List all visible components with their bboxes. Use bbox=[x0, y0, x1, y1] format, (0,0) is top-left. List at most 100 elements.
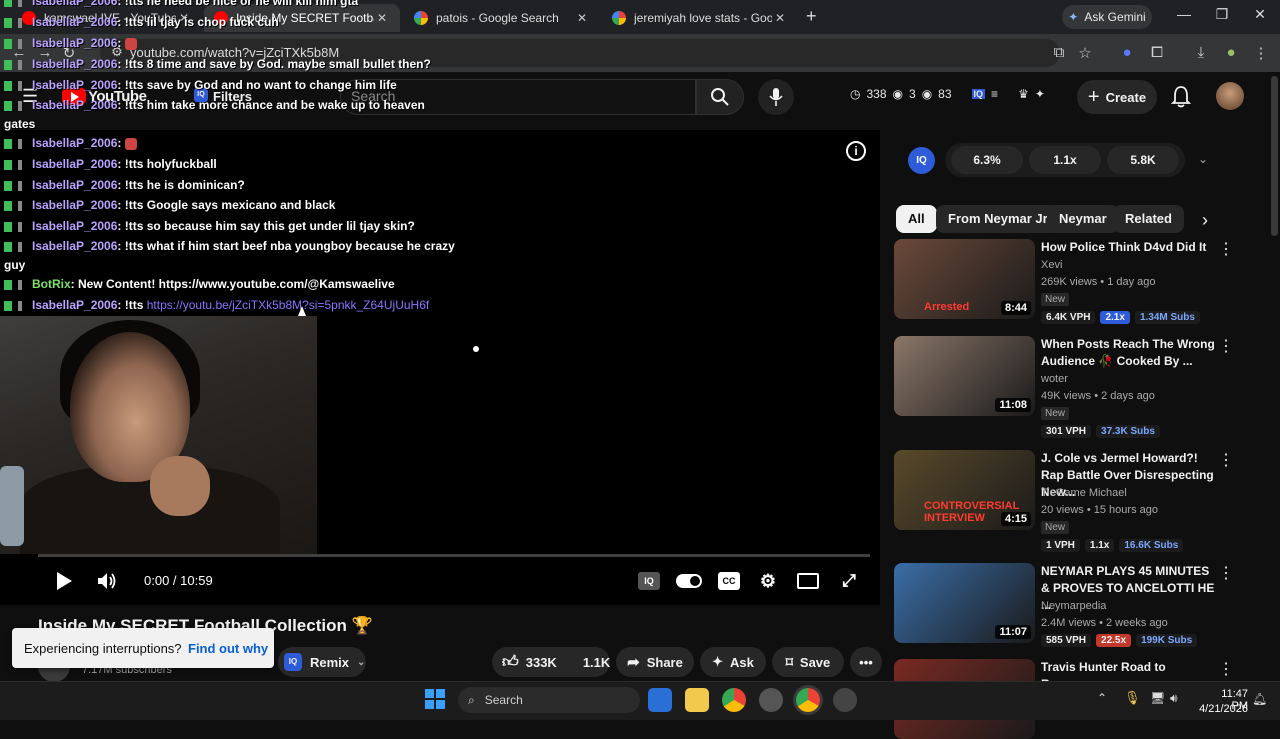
chip-related[interactable]: Related bbox=[1113, 205, 1184, 233]
remix-button[interactable]: IQ Remix ⌄ bbox=[278, 647, 366, 677]
more-actions-button[interactable]: ••• bbox=[850, 647, 882, 677]
chip-neymar[interactable]: Neymar bbox=[1047, 205, 1119, 233]
play-button[interactable] bbox=[54, 570, 74, 592]
ask-gemini-button[interactable]: ✦ Ask Gemini bbox=[1062, 5, 1152, 29]
recommendation-card[interactable]: 11:07 NEYMAR PLAYS 45 MINUTES & PROVES TO… bbox=[894, 563, 1234, 653]
chat-message: IsabellaP_2006: bbox=[4, 36, 137, 50]
video-duration: 11:08 bbox=[995, 398, 1031, 412]
video-thumbnail[interactable]: CONTROVERSIAL INTERVIEW 4:15 bbox=[894, 450, 1035, 530]
video-thumbnail[interactable]: Arrested 8:44 bbox=[894, 239, 1035, 319]
bookmark-star-icon[interactable]: ☆ bbox=[1074, 44, 1096, 62]
download-icon[interactable]: ⤓ bbox=[1190, 44, 1212, 61]
captions-icon[interactable]: CC bbox=[718, 572, 740, 590]
create-button[interactable]: + Create bbox=[1077, 80, 1157, 114]
iq-expand-chevron-icon[interactable]: ⌄ bbox=[1198, 152, 1208, 166]
more-vertical-icon[interactable]: ⋮ bbox=[1218, 563, 1234, 583]
eye-icon: ◉ bbox=[892, 87, 903, 101]
volume-button[interactable] bbox=[96, 570, 118, 592]
minimize-icon[interactable]: — bbox=[1174, 6, 1194, 22]
tray-chevron-icon[interactable]: ⌃ bbox=[1097, 691, 1107, 705]
view-meta: 49K views • 2 days ago bbox=[1041, 390, 1155, 402]
miniplayer-icon[interactable] bbox=[797, 573, 819, 589]
extension-icon[interactable]: ● bbox=[1116, 44, 1138, 61]
scrollbar[interactable] bbox=[1271, 76, 1278, 236]
more-vertical-icon[interactable]: ⋮ bbox=[1218, 659, 1234, 679]
channel-name[interactable]: TieGame Michael bbox=[1041, 487, 1127, 499]
vph-badge: 301 VPH bbox=[1041, 425, 1092, 438]
mouse-cursor-icon bbox=[298, 306, 306, 316]
windows-start-icon[interactable] bbox=[425, 689, 445, 709]
restore-icon[interactable]: ❐ bbox=[1212, 6, 1232, 23]
chat-badge-icon bbox=[18, 38, 22, 49]
chat-link[interactable]: https://youtu.be/jZciTXk5b8M?si=5pnkk_Z6… bbox=[147, 298, 429, 312]
notification-center-icon[interactable]: 🔔︎ bbox=[1252, 692, 1267, 706]
chip-all[interactable]: All bbox=[896, 205, 937, 233]
new-tab-icon[interactable]: + bbox=[806, 6, 817, 27]
like-count[interactable]: 333K bbox=[526, 655, 557, 670]
vph-badge: 585 VPH bbox=[1041, 634, 1092, 647]
taskbar-search[interactable]: ⌕ Search bbox=[458, 687, 640, 713]
chrome-app-icon[interactable] bbox=[722, 688, 746, 712]
more-vertical-icon[interactable]: ⋮ bbox=[1218, 336, 1234, 356]
recording-app-icon[interactable] bbox=[759, 688, 783, 712]
microphone-tray-icon[interactable]: 🎙︎ bbox=[1124, 690, 1141, 706]
channel-name[interactable]: Xevi bbox=[1041, 259, 1062, 271]
close-window-icon[interactable]: ✕ bbox=[1250, 6, 1270, 23]
close-icon[interactable]: ✕ bbox=[574, 11, 590, 25]
dislike-count[interactable]: 1.1K bbox=[583, 655, 610, 670]
media-player-icon[interactable] bbox=[833, 688, 857, 712]
iq-player-icon[interactable]: IQ bbox=[638, 572, 660, 590]
recommendation-card[interactable]: CONTROVERSIAL INTERVIEW 4:15 J. Cole vs Je… bbox=[894, 450, 1234, 552]
recommendation-card[interactable]: Travis Hunter Road to Recovery:⋮ bbox=[894, 659, 1234, 739]
tab-patois[interactable]: patois - Google Search ✕ bbox=[404, 4, 600, 32]
chip-next-chevron-icon[interactable]: › bbox=[1202, 210, 1208, 231]
recommendation-title[interactable]: How Police Think D4vd Did It bbox=[1041, 239, 1217, 256]
like-dislike-group: 👍︎ 333K 1.1K bbox=[492, 647, 610, 677]
kick-badge-icon bbox=[4, 180, 12, 191]
install-app-icon[interactable]: ⧉ bbox=[1048, 44, 1070, 61]
store-app-icon[interactable] bbox=[648, 688, 672, 712]
voice-search-button[interactable] bbox=[758, 79, 794, 115]
channel-name[interactable]: Neymarpedia bbox=[1041, 600, 1106, 612]
search-button[interactable] bbox=[696, 79, 744, 115]
thumbs-up-icon[interactable]: 👍︎ bbox=[502, 653, 519, 672]
tab-jeremiyah[interactable]: jeremiyah love stats - Google S ✕ bbox=[602, 4, 798, 32]
recommendation-card[interactable]: 11:08 When Posts Reach The Wrong Audience… bbox=[894, 336, 1234, 438]
chat-text: : !tts 8 time and save by God. maybe sma… bbox=[117, 57, 431, 71]
more-vertical-icon[interactable]: ⋮ bbox=[1218, 239, 1234, 259]
iq-icon[interactable]: IQ bbox=[971, 89, 986, 99]
channel-name[interactable]: woter bbox=[1041, 373, 1068, 385]
settings-gear-icon[interactable]: ⚙ bbox=[757, 571, 779, 591]
save-button[interactable]: ⌑ Save bbox=[772, 647, 844, 677]
list-icon[interactable]: ≡ bbox=[991, 87, 998, 101]
find-out-why-link[interactable]: Find out why bbox=[188, 641, 268, 656]
video-thumbnail[interactable]: 11:07 bbox=[894, 563, 1035, 643]
chat-badge-icon bbox=[18, 100, 22, 111]
ask-button[interactable]: ✦ Ask bbox=[700, 647, 766, 677]
extensions-puzzle-icon[interactable]: ⧠ bbox=[1146, 44, 1168, 61]
notifications-bell-icon[interactable] bbox=[1168, 84, 1194, 110]
share-button[interactable]: ➦ Share bbox=[616, 647, 694, 677]
close-icon[interactable]: ✕ bbox=[772, 11, 788, 25]
chrome-active-app-icon[interactable] bbox=[796, 688, 820, 712]
close-icon[interactable]: ✕ bbox=[374, 11, 390, 25]
sparkle-icon[interactable]: ✦ bbox=[1035, 87, 1045, 101]
trophy-icon[interactable]: ♛ bbox=[1018, 87, 1029, 101]
recommendation-title[interactable]: When Posts Reach The Wrong Audience 🥀 Co… bbox=[1041, 336, 1217, 370]
info-icon[interactable]: i bbox=[846, 141, 866, 161]
more-vertical-icon[interactable]: ⋮ bbox=[1218, 450, 1234, 470]
speaker-icon[interactable]: 🔊︎ bbox=[1170, 691, 1178, 706]
video-metrics: 585 VPH 22.5x 199K Subs bbox=[1041, 634, 1198, 647]
video-thumbnail[interactable]: 11:08 bbox=[894, 336, 1035, 416]
avatar[interactable] bbox=[1216, 82, 1244, 110]
file-explorer-icon[interactable] bbox=[685, 688, 709, 712]
fullscreen-icon[interactable]: ⤢ bbox=[838, 571, 860, 591]
network-icon[interactable]: 🖥︎ bbox=[1150, 691, 1165, 705]
recommendation-card[interactable]: Arrested 8:44 How Police Think D4vd Did It… bbox=[894, 239, 1234, 329]
progress-bar[interactable] bbox=[38, 554, 870, 557]
profile-icon[interactable]: ● bbox=[1220, 44, 1242, 61]
chrome-menu-icon[interactable]: ⋮ bbox=[1250, 44, 1272, 62]
taskbar-clock-date[interactable]: 4/21/2026 bbox=[1192, 703, 1248, 715]
autoplay-toggle[interactable] bbox=[676, 574, 702, 588]
chip-from-neymar-jr[interactable]: From Neymar Jr bbox=[936, 205, 1060, 233]
